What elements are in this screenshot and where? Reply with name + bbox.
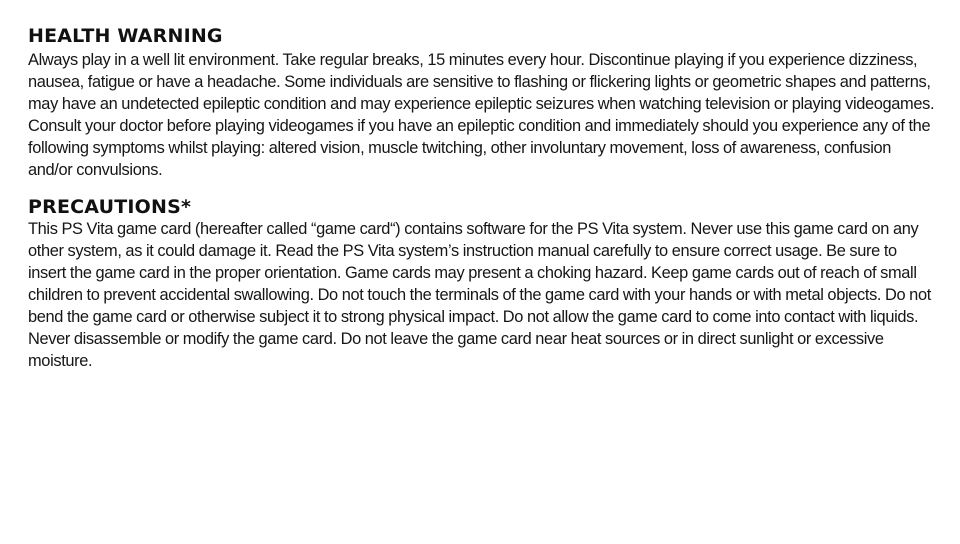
health-warning-text: Always play in a well lit environment. T… — [28, 51, 935, 179]
manual-page: HEALTH WARNING Always play in a well lit… — [28, 24, 938, 373]
precautions-section: PRECAUTIONS* This PS Vita game card (her… — [28, 195, 938, 372]
precautions-text: This PS Vita game card (hereafter called… — [28, 220, 931, 370]
health-warning-heading: HEALTH WARNING — [28, 25, 223, 47]
health-warning-section: HEALTH WARNING Always play in a well lit… — [28, 24, 938, 181]
precautions-heading: PRECAUTIONS* — [28, 196, 192, 219]
